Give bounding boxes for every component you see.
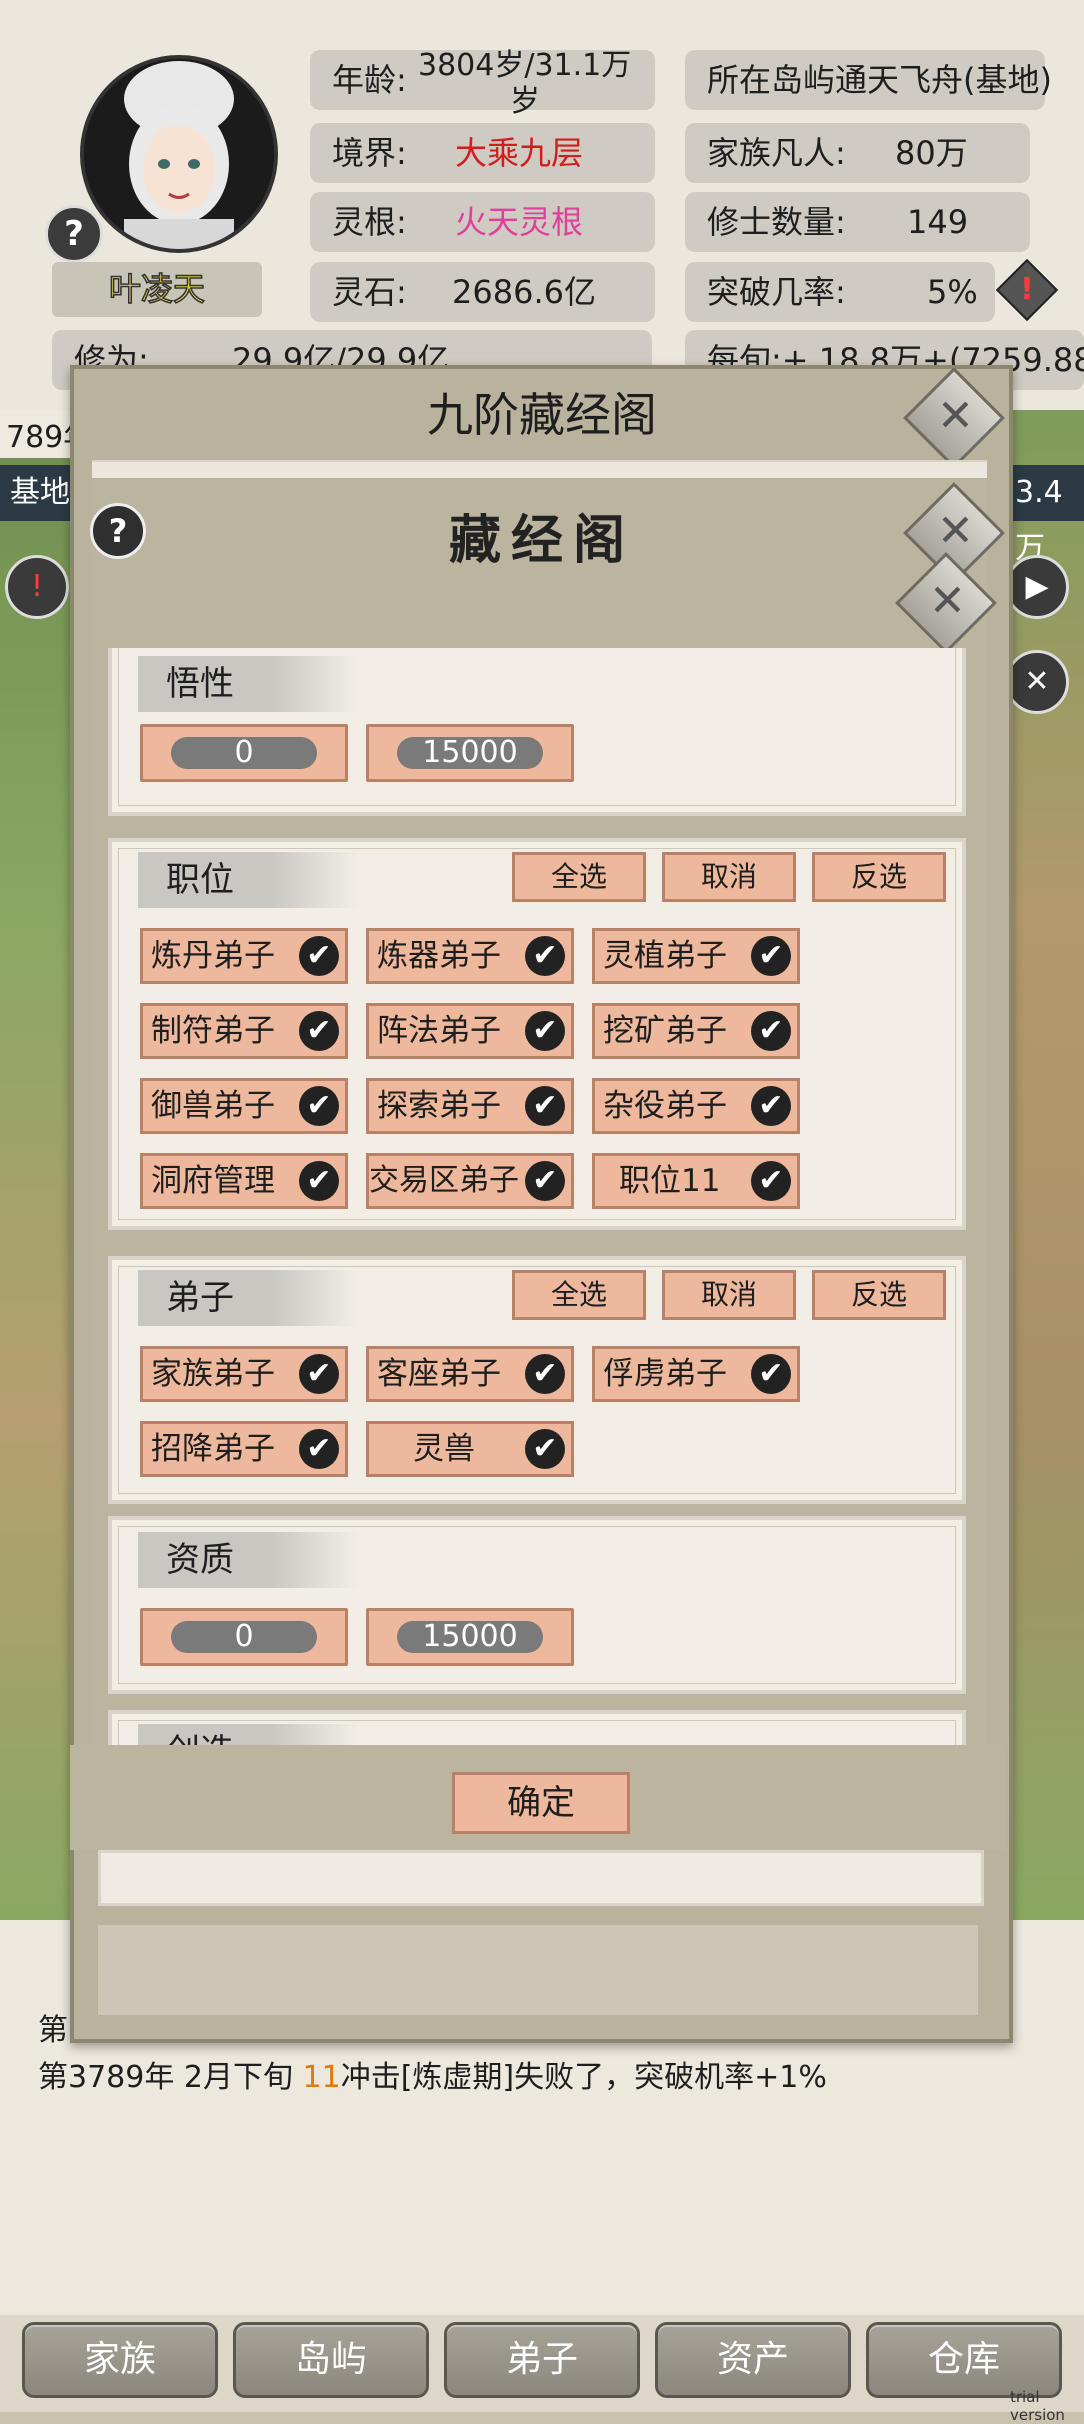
confirm-button[interactable]: 确定: [452, 1772, 630, 1834]
realm-field: 境界: 大乘九层: [310, 123, 655, 183]
disciple-select-all-button[interactable]: 全选: [512, 1270, 646, 1320]
section-title: 弟子: [138, 1270, 358, 1326]
aptitude-max-input[interactable]: 15000: [366, 1608, 574, 1666]
checkmark-icon: ✔: [299, 1161, 339, 1201]
character-name: 叶凌天: [52, 262, 262, 317]
age-label: 年龄:: [332, 61, 407, 99]
cultivators-value: 149: [907, 203, 969, 241]
disciple-cancel-button[interactable]: 取消: [662, 1270, 796, 1320]
position-checkbox[interactable]: 制符弟子 ✔: [140, 1003, 348, 1059]
checkmark-icon: ✔: [751, 1354, 791, 1394]
checkmark-icon: ✔: [299, 1086, 339, 1126]
nav-assets[interactable]: 资产: [655, 2322, 851, 2398]
spirit-stone-field: 灵石: 2686.6亿: [310, 262, 655, 322]
nav-warehouse[interactable]: 仓库: [866, 2322, 1062, 2398]
checkmark-icon: ✔: [525, 1429, 565, 1469]
realm-value: 大乘九层: [455, 134, 584, 172]
position-checkbox[interactable]: 交易区弟子 ✔: [366, 1153, 574, 1209]
realm-label: 境界:: [332, 134, 407, 172]
aptitude-section: 资质 0 15000: [108, 1516, 966, 1694]
log-line: 第: [38, 2013, 68, 2048]
dialog-footer: [98, 1925, 978, 2015]
character-info-panel: ? 叶凌天 年龄: 3804岁/31.1万 岁 境界: 大乘九层 灵根: 火天灵…: [0, 0, 1084, 413]
dialog-footer-strip: [98, 1850, 984, 1906]
checkmark-icon: ✔: [299, 1011, 339, 1051]
section-title: 资质: [138, 1532, 358, 1588]
checkmark-icon: ✔: [751, 1161, 791, 1201]
position-checkbox[interactable]: 阵法弟子 ✔: [366, 1003, 574, 1059]
disciple-checkbox[interactable]: 家族弟子 ✔: [140, 1346, 348, 1402]
checkmark-icon: ✔: [751, 936, 791, 976]
breakthrough-field: 突破几率: 5%: [685, 262, 995, 322]
log-highlight: 11: [302, 2060, 341, 2095]
aptitude-min-input[interactable]: 0: [140, 1608, 348, 1666]
watermark: trial version: [1010, 2388, 1065, 2424]
checkmark-icon: ✔: [299, 936, 339, 976]
checkmark-icon: ✔: [525, 1161, 565, 1201]
position-cancel-button[interactable]: 取消: [662, 852, 796, 902]
position-invert-button[interactable]: 反选: [812, 852, 946, 902]
cultivators-field: 修士数量: 149: [685, 192, 1030, 252]
character-avatar[interactable]: [80, 55, 278, 253]
disciple-checkbox[interactable]: 灵兽 ✔: [366, 1421, 574, 1477]
position-checkbox[interactable]: 炼器弟子 ✔: [366, 928, 574, 984]
cultivators-label: 修士数量:: [707, 203, 846, 241]
position-checkbox[interactable]: 灵植弟子 ✔: [592, 928, 800, 984]
nav-disciple[interactable]: 弟子: [444, 2322, 640, 2398]
position-checkbox[interactable]: 职位11 ✔: [592, 1153, 800, 1209]
nav-island[interactable]: 岛屿: [233, 2322, 429, 2398]
next-section: 创造: [108, 1710, 966, 1746]
map-left-strip: [0, 410, 80, 1920]
comprehension-section: 悟性 0 15000: [108, 648, 966, 816]
position-select-all-button[interactable]: 全选: [512, 852, 646, 902]
comprehension-max-input[interactable]: 15000: [366, 724, 574, 782]
position-checkbox[interactable]: 杂役弟子 ✔: [592, 1078, 800, 1134]
spirit-root-label: 灵根:: [332, 203, 407, 241]
map-close-icon[interactable]: ✕: [1005, 650, 1069, 714]
dialog-divider: [92, 460, 987, 478]
breakthrough-value: 5%: [927, 273, 978, 311]
disciple-checkbox[interactable]: 客座弟子 ✔: [366, 1346, 574, 1402]
log-line: 第3789年 2月下旬 11冲击[炼虚期]失败了，突破机率+1%: [38, 2060, 827, 2095]
position-checkbox[interactable]: 挖矿弟子 ✔: [592, 1003, 800, 1059]
position-checkbox[interactable]: 炼丹弟子 ✔: [140, 928, 348, 984]
nav-family[interactable]: 家族: [22, 2322, 218, 2398]
warning-icon[interactable]: !: [995, 258, 1059, 322]
position-section: 职位 全选 取消 反选 炼丹弟子 ✔ 炼器弟子 ✔ 灵植弟子 ✔ 制符弟子 ✔ 阵法弟子…: [108, 838, 966, 1230]
help-icon[interactable]: ?: [45, 205, 103, 263]
section-title: 创造: [138, 1724, 358, 1746]
family-field: 家族凡人: 80万: [685, 123, 1030, 183]
age-field: 年龄: 3804岁/31.1万 岁: [310, 48, 655, 119]
section-title: 职位: [138, 852, 358, 908]
checkmark-icon: ✔: [525, 1011, 565, 1051]
checkmark-icon: ✔: [299, 1429, 339, 1469]
position-checkbox[interactable]: 洞府管理 ✔: [140, 1153, 348, 1209]
disciple-section: 弟子 全选 取消 反选 家族弟子 ✔ 客座弟子 ✔ 俘虏弟子 ✔ 招降弟子 ✔ 灵兽 ✔: [108, 1256, 966, 1504]
spirit-root-value: 火天灵根: [455, 203, 584, 241]
position-checkbox[interactable]: 探索弟子 ✔: [366, 1078, 574, 1134]
checkmark-icon: ✔: [525, 936, 565, 976]
spirit-stone-label: 灵石:: [332, 273, 407, 311]
island-label: 所在岛屿通天飞舟(基地): [707, 61, 1052, 99]
breakthrough-label: 突破几率:: [707, 273, 846, 311]
comprehension-min-input[interactable]: 0: [140, 724, 348, 782]
disciple-invert-button[interactable]: 反选: [812, 1270, 946, 1320]
position-checkbox[interactable]: 御兽弟子 ✔: [140, 1078, 348, 1134]
family-label: 家族凡人:: [707, 134, 846, 172]
checkmark-icon: ✔: [525, 1354, 565, 1394]
section-title: 悟性: [138, 656, 358, 712]
checkmark-icon: ✔: [751, 1011, 791, 1051]
checkmark-icon: ✔: [751, 1086, 791, 1126]
disciple-checkbox[interactable]: 俘虏弟子 ✔: [592, 1346, 800, 1402]
family-value: 80万: [895, 134, 968, 172]
checkmark-icon: ✔: [299, 1354, 339, 1394]
island-field: 所在岛屿通天飞舟(基地): [685, 50, 1052, 110]
spirit-root-field: 灵根: 火天灵根: [310, 192, 655, 252]
disciple-checkbox[interactable]: 招降弟子 ✔: [140, 1421, 348, 1477]
spirit-stone-value: 2686.6亿: [452, 273, 596, 311]
checkmark-icon: ✔: [525, 1086, 565, 1126]
filter-scroll-area[interactable]: 悟性 0 15000 职位 全选 取消 反选 炼丹弟子 ✔ 炼器弟子 ✔ 灵植弟子 ✔…: [92, 648, 987, 1746]
